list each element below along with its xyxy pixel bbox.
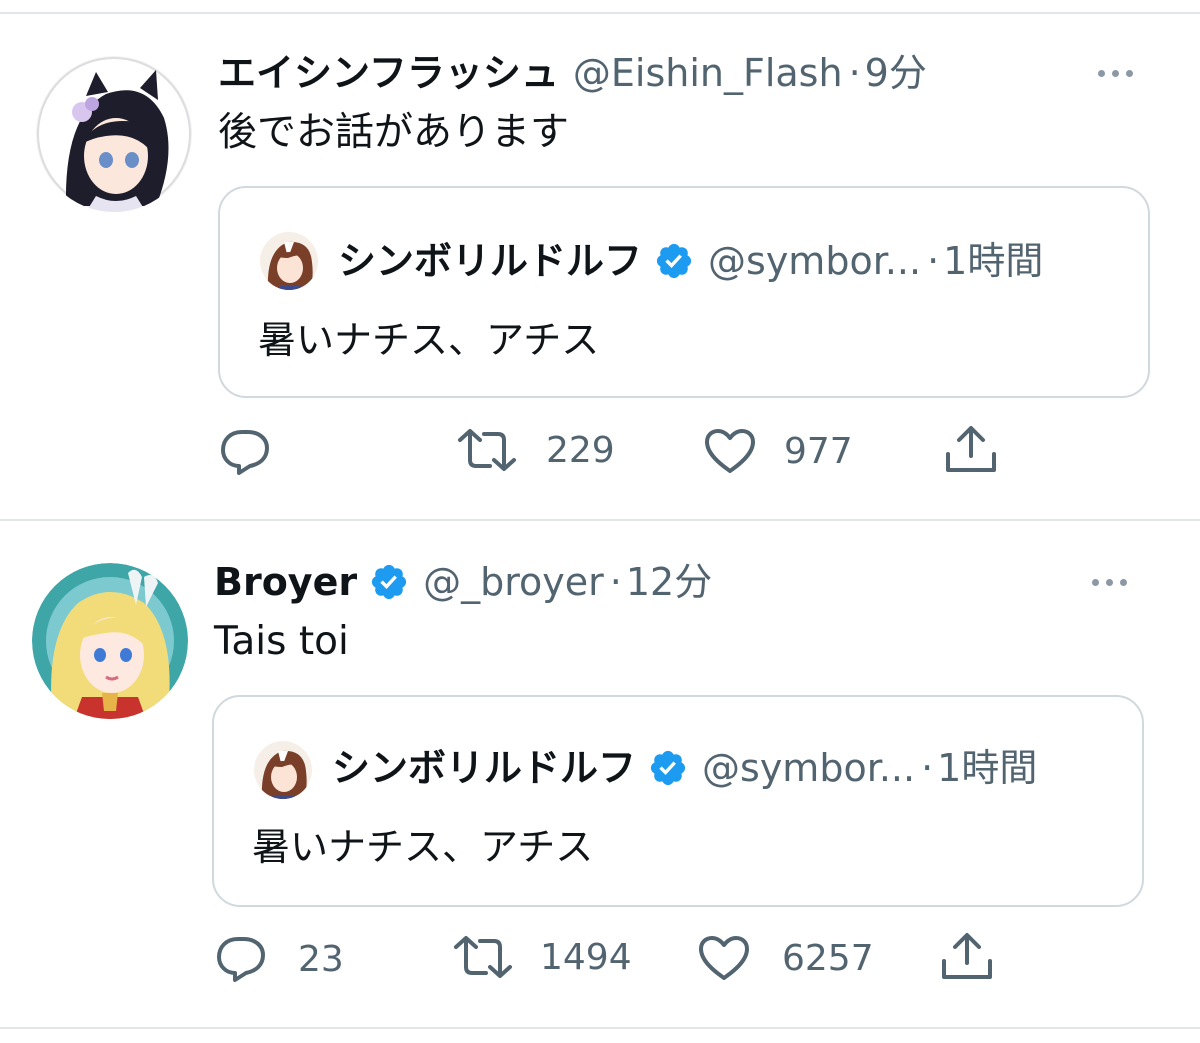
timestamp[interactable]: 12分 — [626, 559, 712, 605]
quote-header: シンボリルドルフ @symbor... · 1時間 — [332, 745, 1037, 791]
like-button[interactable]: 6257 — [698, 935, 874, 981]
handle: @symbor... — [708, 239, 922, 283]
like-count: 6257 — [782, 937, 874, 979]
quote-tweet[interactable]: シンボリルドルフ @symbor... · 1時間 暑いナチス、アチス — [218, 186, 1150, 398]
reply-icon — [221, 430, 269, 475]
timeline: エイシンフラッシュ @Eishin_Flash · 9分 後でお話があります シ… — [0, 0, 1200, 1043]
avatar — [254, 741, 312, 799]
tweet-text: Tais toi — [214, 619, 349, 664]
separator-dot: · — [848, 51, 861, 95]
verified-badge-icon — [369, 562, 409, 602]
verified-badge-icon — [648, 748, 688, 788]
timestamp: 1時間 — [937, 746, 1038, 790]
share-button[interactable] — [940, 931, 994, 981]
retweet-icon — [454, 936, 512, 978]
share-icon — [942, 933, 992, 979]
quote-header: シンボリルドルフ @symbor... · 1時間 — [338, 238, 1043, 284]
tweet-header: Broyer @_broyer · 12分 — [214, 559, 712, 605]
share-button[interactable] — [944, 424, 998, 474]
reply-icon — [217, 937, 265, 982]
timestamp: 1時間 — [943, 239, 1044, 283]
verified-badge-icon — [654, 241, 694, 281]
avatar[interactable] — [36, 56, 192, 212]
tweet[interactable]: エイシンフラッシュ @Eishin_Flash · 9分 後でお話があります シ… — [0, 0, 1200, 519]
display-name[interactable]: エイシンフラッシュ — [218, 50, 559, 96]
like-count: 977 — [784, 430, 853, 472]
like-icon — [705, 429, 755, 473]
more-icon[interactable] — [1092, 579, 1127, 586]
retweet-button[interactable]: 229 — [456, 428, 615, 472]
avatar[interactable] — [32, 563, 188, 719]
display-name[interactable]: Broyer — [214, 559, 357, 605]
divider — [0, 1027, 1200, 1029]
like-icon — [699, 936, 749, 980]
quote-text: 暑いナチス、アチス — [252, 825, 594, 869]
handle[interactable]: @Eishin_Flash — [573, 50, 843, 96]
retweet-count: 229 — [546, 429, 615, 471]
tweet[interactable]: Broyer @_broyer · 12分 Tais toi シンボリルドルフ … — [0, 521, 1200, 1027]
separator-dot: · — [609, 560, 622, 604]
display-name: シンボリルドルフ — [332, 746, 637, 790]
quote-tweet[interactable]: シンボリルドルフ @symbor... · 1時間 暑いナチス、アチス — [212, 695, 1144, 907]
reply-button[interactable] — [220, 428, 298, 476]
separator-dot: · — [921, 746, 934, 790]
tweet-text: 後でお話があります — [218, 110, 570, 155]
separator-dot: · — [927, 239, 940, 283]
quote-text: 暑いナチス、アチス — [258, 318, 600, 362]
retweet-button[interactable]: 1494 — [452, 935, 632, 979]
retweet-icon — [458, 429, 516, 471]
retweet-count: 1494 — [540, 936, 632, 978]
reply-button[interactable]: 23 — [216, 935, 344, 983]
display-name: シンボリルドルフ — [338, 239, 643, 283]
more-icon[interactable] — [1098, 70, 1133, 77]
timestamp[interactable]: 9分 — [865, 50, 927, 96]
like-button[interactable]: 977 — [704, 428, 853, 474]
reply-count: 23 — [298, 938, 344, 980]
handle[interactable]: @_broyer — [423, 559, 604, 605]
handle: @symbor... — [702, 746, 916, 790]
share-icon — [946, 426, 996, 472]
tweet-header: エイシンフラッシュ @Eishin_Flash · 9分 — [218, 50, 927, 96]
avatar — [260, 232, 318, 290]
